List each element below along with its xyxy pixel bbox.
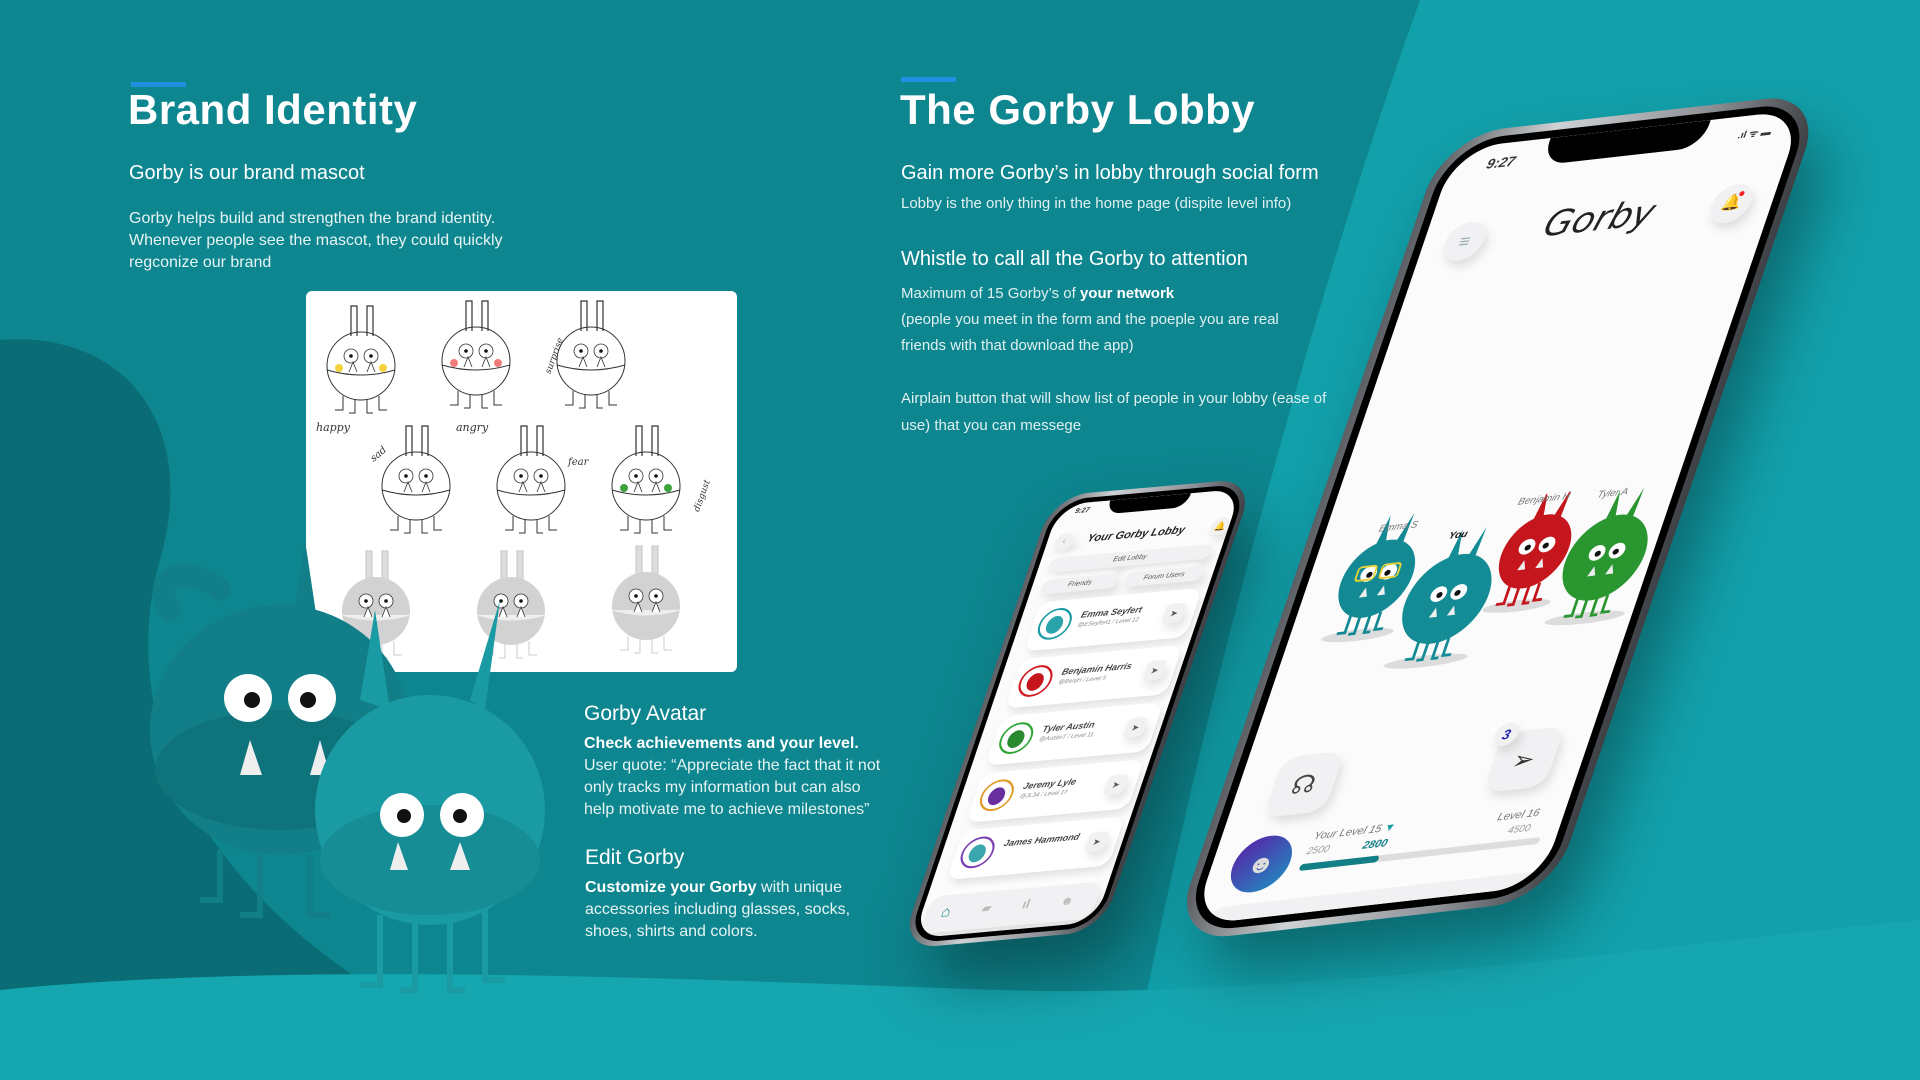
sketch-label: fear: [568, 457, 589, 468]
tab-forum-users[interactable]: Forum Users: [1122, 565, 1206, 588]
message-count-badge: 3: [1490, 721, 1523, 748]
accent-bar: [901, 77, 956, 82]
send-icon: ➤: [1129, 722, 1141, 733]
gorby-avatar-heading: Gorby Avatar: [584, 702, 707, 725]
mascot-sketch: [611, 545, 681, 654]
user-avatar: [975, 778, 1019, 813]
lobby-text-3: Airplain button that will show list of p…: [901, 390, 1327, 434]
chevron-left-icon: ‹: [1060, 535, 1068, 547]
send-message-button[interactable]: ➤: [1083, 831, 1111, 853]
user-avatar: [1033, 606, 1077, 642]
level-progress-bar: [1298, 837, 1541, 872]
level-progress-fill: [1298, 855, 1380, 872]
lobby-user-item[interactable]: Tyler Austin @AustinT / Level 11 ➤: [985, 702, 1164, 766]
lobby-user-item[interactable]: Emma Seyfert @ESeyfert1 / Level 12 ➤: [1023, 587, 1203, 652]
level-current-xp: 2800: [1360, 837, 1390, 852]
edit-bold: Customize your Gorby: [585, 879, 757, 896]
hamburger-icon: ≡: [1456, 230, 1474, 252]
next-level-label: Level 16: [1495, 807, 1542, 824]
mascot-sketch: [441, 300, 511, 409]
user-handle-level: @JL34 / Level 17: [1018, 789, 1069, 800]
mascot-sketch: [611, 425, 681, 534]
mascot-sketch: [556, 300, 626, 409]
avatar-bold: Check achievements and your level.: [584, 735, 859, 752]
mascot-sketch: [381, 425, 451, 534]
brand-body: Gorby helps build and strengthen the bra…: [129, 210, 503, 271]
status-time: 9:27: [1484, 152, 1518, 172]
user-handle-level: @AustinT / Level 11: [1038, 732, 1095, 743]
mascot-3d-illustration: [150, 540, 545, 993]
tab-friends[interactable]: Friends: [1039, 573, 1120, 595]
avatar-text: User quote: “Appreciate the fact that it…: [584, 757, 881, 818]
bottom-nav: ⌂ ▰ ıl ☻: [918, 881, 1103, 935]
mascot-sketch: [326, 305, 396, 414]
send-icon: ➤: [1168, 607, 1180, 619]
user-avatar: [994, 720, 1038, 756]
gorby-profile-icon[interactable]: ☻: [1059, 893, 1076, 908]
message-lobby-button[interactable]: ➢ 3: [1482, 721, 1566, 794]
app-title: Gorby: [1538, 192, 1661, 246]
share-chat-icon[interactable]: ▰: [1300, 914, 1325, 925]
notification-button[interactable]: 🔔: [1208, 516, 1233, 536]
send-icon: ➤: [1091, 836, 1103, 848]
menu-button[interactable]: ≡: [1437, 219, 1492, 264]
lobby-user-item[interactable]: Jeremy Lyle @JL34 / Level 17 ➤: [966, 759, 1145, 823]
edit-gorby-heading: Edit Gorby: [585, 846, 685, 869]
user-name: James Hammond: [1002, 831, 1082, 849]
user-handle-level: @BenjH / Level 5: [1057, 675, 1107, 686]
user-avatar: [956, 835, 1000, 870]
send-icon: ➤: [1110, 779, 1122, 790]
sketch-label: angry: [456, 421, 489, 434]
notification-button[interactable]: 🔔: [1704, 181, 1758, 226]
user-name: Jeremy Lyle: [1021, 776, 1078, 792]
home-icon[interactable]: ⌂: [1220, 917, 1251, 926]
send-message-button[interactable]: ➤: [1102, 773, 1130, 796]
user-name: Benjamin Harris: [1060, 660, 1134, 677]
gorby-lobby-title: The Gorby Lobby: [900, 86, 1256, 133]
send-icon: ➤: [1149, 665, 1161, 676]
lobby-user-item[interactable]: Benjamin Harris @BenjH / Level 5 ➤: [1004, 644, 1183, 709]
send-message-button[interactable]: ➤: [1160, 602, 1188, 624]
lobby-text-2b: your network: [1079, 285, 1175, 302]
paper-plane-icon: ➢: [1508, 743, 1540, 776]
send-message-button[interactable]: ➤: [1121, 716, 1149, 739]
lobby-heading-1: Gain more Gorby’s in lobby through socia…: [901, 162, 1319, 184]
home-icon[interactable]: ⌂: [939, 903, 954, 921]
lobby-text-1: Lobby is the only thing in the home page…: [901, 195, 1292, 212]
brand-identity-title: Brand Identity: [128, 86, 418, 133]
status-time: 9:27: [1073, 506, 1091, 516]
whistle-icon: ☊: [1287, 768, 1321, 801]
lobby-text-2c: (people you meet in the form and the poe…: [901, 311, 1279, 354]
bell-icon: 🔔: [1212, 520, 1228, 532]
level-min: 2500: [1305, 843, 1331, 858]
level-max: 4500: [1506, 823, 1533, 837]
bell-icon: 🔔: [1718, 193, 1745, 213]
brand-subtitle: Gorby is our brand mascot: [129, 162, 365, 184]
send-message-button[interactable]: ➤: [1141, 659, 1169, 682]
user-avatar[interactable]: ☻: [1222, 832, 1301, 896]
lobby-screen-title: Your Gorby Lobby: [1085, 524, 1187, 545]
mascot-sketch: [496, 425, 566, 534]
status-icons: .ıl ᯤ ▬: [1736, 126, 1773, 142]
user-avatar: [1014, 663, 1058, 699]
back-button[interactable]: ‹: [1051, 532, 1077, 552]
level-caret-icon: ▼: [1382, 821, 1398, 835]
stats-icon[interactable]: ıl: [1020, 896, 1032, 911]
lobby-heading-2: Whistle to call all the Gorby to attenti…: [901, 248, 1248, 270]
whistle-button[interactable]: ☊: [1262, 750, 1346, 819]
lobby-user-item[interactable]: James Hammond ➤: [946, 816, 1125, 880]
share-chat-icon[interactable]: ▰: [980, 901, 994, 916]
sketch-label: happy: [316, 421, 350, 434]
lobby-text-2a: Maximum of 15 Gorby’s of: [901, 285, 1080, 302]
